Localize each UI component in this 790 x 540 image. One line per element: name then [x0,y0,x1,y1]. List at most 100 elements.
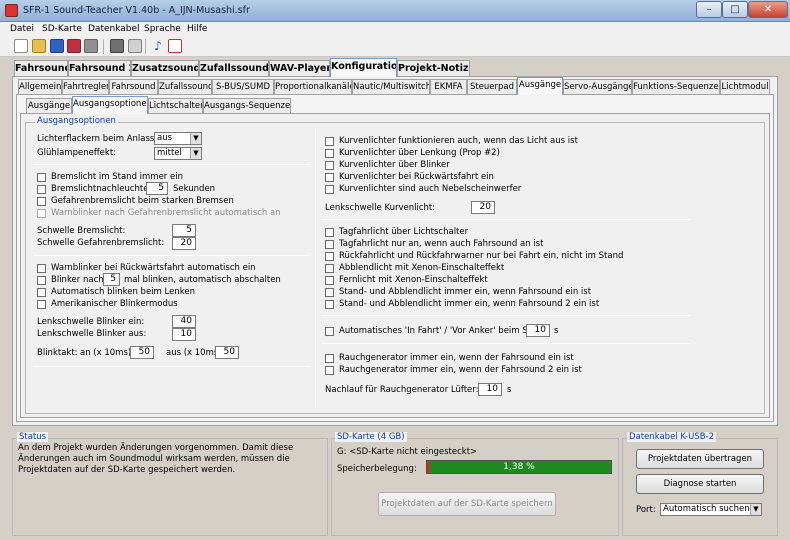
subtab2-lichtschalter[interactable]: Lichtschalter [148,98,203,114]
subtab2-ausgaenge[interactable]: Ausgänge [26,98,72,114]
hazard-brake-checkbox[interactable] [37,197,46,206]
day-checkbox-2[interactable] [325,240,334,249]
subtab-servo-ausgaenge[interactable]: Servo-Ausgänge [563,79,632,95]
brake-stand-checkbox[interactable] [37,173,46,182]
hazard-auto-checkbox[interactable] [37,209,46,218]
calculator-icon[interactable] [110,39,124,53]
smoke-label-2: Rauchgenerator immer ein, wenn der Fahrs… [339,365,582,375]
day-checkbox-5[interactable] [325,276,334,285]
menu-sprache[interactable]: Sprache [144,24,181,34]
sd-card-status: G: <SD-Karte nicht eingesteckt> [337,447,478,457]
fan-input[interactable]: 10 [478,383,502,396]
tab-fahrsound-2[interactable]: Fahrsound 2 [68,60,131,77]
blink-after-suffix: mal blinken, automatisch abschalten [124,275,281,285]
tab-zufallssounds[interactable]: Zufallssounds [199,60,269,77]
subtab-fahrtregler[interactable]: Fahrtregler [62,79,109,95]
curve-checkbox-3[interactable] [325,161,334,170]
subtab-sbus-sumd[interactable]: S-BUS/SUMD [212,79,274,95]
thr-hazard-input[interactable]: 20 [172,237,196,250]
toolbar-divider [103,39,104,54]
curve-checkbox-5[interactable] [325,185,334,194]
close-button[interactable]: ✕ [748,1,788,18]
day-checkbox-3[interactable] [325,252,334,261]
day-label-2: Tagfahrlicht nur an, wenn auch Fahrsound… [339,239,544,249]
minimize-button[interactable]: – [696,1,722,18]
blink-off-input[interactable]: 50 [215,346,239,359]
ship-label: Automatisches 'In Fahrt' / 'Vor Anker' b… [339,326,549,336]
subtab-funktions-sequenzen[interactable]: Funktions-Sequenzen [632,79,720,95]
brake-after-checkbox[interactable] [37,185,46,194]
curve-checkbox-2[interactable] [325,149,334,158]
diagnose-button[interactable]: Diagnose starten [636,474,764,494]
day-label-4: Abblendlicht mit Xenon-Einschalteffekt [339,263,505,273]
menu-datei[interactable]: Datei [10,24,34,34]
blink-after-input[interactable]: 5 [103,273,120,286]
subtab-proportionalkanaele[interactable]: Proportionalkanäle [274,79,352,95]
curve-checkbox-1[interactable] [325,137,334,146]
smoke-checkbox-2[interactable] [325,366,334,375]
curve-checkbox-4[interactable] [325,173,334,182]
bulb-value: mittel [157,148,182,158]
brake-stand-label: Bremslicht im Stand immer ein [51,172,183,182]
bulb-select[interactable]: mittel ▼ [154,147,202,160]
save-icon[interactable] [50,39,64,53]
subtab-lichtmodul[interactable]: Lichtmodul [720,79,770,95]
bulb-label: Glühlampeneffekt: [37,148,117,158]
menu-bar: Datei SD-Karte Datenkabel Sprache Hilfe [0,22,790,37]
day-checkbox-4[interactable] [325,264,334,273]
menu-sd-karte[interactable]: SD-Karte [42,24,82,34]
subtab2-ausgangs-sequenzen[interactable]: Ausgangs-Sequenzen [203,98,291,114]
tab-fahrsound[interactable]: Fahrsound [14,60,68,77]
flicker-select[interactable]: aus ▼ [154,132,202,145]
ship-input[interactable]: 10 [526,324,550,337]
subtab-nautic-multiswitch[interactable]: Nautic/Multiswitch [352,79,430,95]
blink-on-input[interactable]: 50 [130,346,154,359]
smoke-checkbox-1[interactable] [325,354,334,363]
grid-icon[interactable] [128,39,142,53]
subtab-allgemein[interactable]: Allgemein [18,79,62,95]
save-as-icon[interactable] [67,39,81,53]
blink-after-checkbox[interactable] [37,276,46,285]
tab-zusatzsounds[interactable]: Zusatzsounds [131,60,199,77]
warn-reverse-checkbox[interactable] [37,264,46,273]
fan-label: Nachlauf für Rauchgenerator Lüfter: [325,385,479,395]
tab-projekt-notizen[interactable]: Projekt-Notizen [397,60,470,77]
menu-datenkabel[interactable]: Datenkabel [88,24,140,34]
us-blinker-checkbox[interactable] [37,300,46,309]
day-checkbox-1[interactable] [325,228,334,237]
tab-wav-player[interactable]: WAV-Player [269,60,330,77]
ship-checkbox[interactable] [325,327,334,336]
subtab-fahrsound[interactable]: Fahrsound [109,79,158,95]
ship-unit: s [554,326,559,336]
help-icon[interactable] [168,39,182,53]
music-icon[interactable]: ♪ [151,39,165,53]
smoke-label-1: Rauchgenerator immer ein, wenn der Fahrs… [339,353,574,363]
sd-save-button[interactable]: Projektdaten auf der SD-Karte speichern [378,492,556,516]
day-checkbox-6[interactable] [325,288,334,297]
day-label-7: Stand- und Abblendlicht immer ein, wenn … [339,299,600,309]
port-select[interactable]: Automatisch suchen ▼ [660,503,762,516]
open-icon[interactable] [32,39,46,53]
steer-on-input[interactable]: 40 [172,315,196,328]
tab-konfiguration[interactable]: Konfiguration [330,58,397,77]
subtab-ausgaenge[interactable]: Ausgänge [517,77,563,95]
fan-unit: s [507,385,512,395]
thr-brake-input[interactable]: 5 [172,224,196,237]
day-label-6: Stand- und Abblendlicht immer ein, wenn … [339,287,592,297]
subtab-ekmfa[interactable]: EKMFA [430,79,467,95]
subtab-steuerpad[interactable]: Steuerpad [467,79,517,95]
steer-off-input[interactable]: 10 [172,328,196,341]
blink-steer-checkbox[interactable] [37,288,46,297]
day-checkbox-7[interactable] [325,300,334,309]
subtab-zufallssound[interactable]: Zufallssound [158,79,212,95]
menu-hilfe[interactable]: Hilfe [187,24,207,34]
maximize-button[interactable]: □ [722,1,748,18]
brake-after-input[interactable]: 5 [146,182,168,195]
blink-on-label: an (x 10ms): [80,348,135,358]
subtab2-ausgangsoptionen[interactable]: Ausgangsoptionen [72,96,148,114]
day-label-3: Rückfahrlicht und Rückfahrwarner nur bei… [339,251,624,261]
new-icon[interactable] [14,39,28,53]
transfer-button[interactable]: Projektdaten übertragen [636,449,764,469]
curve-thr-input[interactable]: 20 [471,201,495,214]
print-icon[interactable] [84,39,98,53]
